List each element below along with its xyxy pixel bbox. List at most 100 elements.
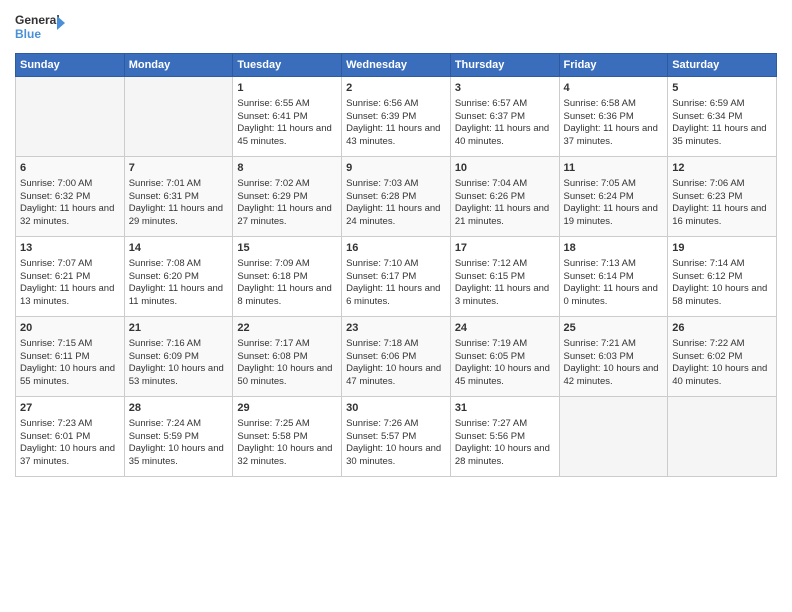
sunset-text: Sunset: 6:11 PM (20, 351, 120, 364)
sunrise-text: Sunrise: 7:25 AM (237, 418, 337, 431)
sunrise-text: Sunrise: 7:10 AM (346, 258, 446, 271)
calendar-cell: 31Sunrise: 7:27 AMSunset: 5:56 PMDayligh… (450, 397, 559, 477)
daylight-text: Daylight: 11 hours and 24 minutes. (346, 203, 446, 229)
daylight-text: Daylight: 10 hours and 45 minutes. (455, 363, 555, 389)
day-number: 23 (346, 321, 446, 336)
daylight-text: Daylight: 11 hours and 6 minutes. (346, 283, 446, 309)
daylight-text: Daylight: 11 hours and 19 minutes. (564, 203, 664, 229)
day-number: 1 (237, 81, 337, 96)
sunset-text: Sunset: 6:08 PM (237, 351, 337, 364)
sunrise-text: Sunrise: 7:26 AM (346, 418, 446, 431)
day-number: 10 (455, 161, 555, 176)
calendar-cell: 8Sunrise: 7:02 AMSunset: 6:29 PMDaylight… (233, 157, 342, 237)
daylight-text: Daylight: 11 hours and 3 minutes. (455, 283, 555, 309)
calendar-cell: 10Sunrise: 7:04 AMSunset: 6:26 PMDayligh… (450, 157, 559, 237)
logo: General Blue (15, 10, 65, 45)
weekday-header: Thursday (450, 54, 559, 77)
day-number: 2 (346, 81, 446, 96)
daylight-text: Daylight: 10 hours and 47 minutes. (346, 363, 446, 389)
calendar-cell: 18Sunrise: 7:13 AMSunset: 6:14 PMDayligh… (559, 237, 668, 317)
day-number: 25 (564, 321, 664, 336)
day-number: 21 (129, 321, 229, 336)
sunset-text: Sunset: 6:23 PM (672, 191, 772, 204)
sunrise-text: Sunrise: 7:24 AM (129, 418, 229, 431)
sunrise-text: Sunrise: 7:03 AM (346, 178, 446, 191)
day-number: 29 (237, 401, 337, 416)
page: General Blue SundayMondayTuesdayWednesda… (0, 0, 792, 612)
sunrise-text: Sunrise: 6:58 AM (564, 98, 664, 111)
day-number: 13 (20, 241, 120, 256)
calendar-table: SundayMondayTuesdayWednesdayThursdayFrid… (15, 53, 777, 477)
daylight-text: Daylight: 10 hours and 37 minutes. (20, 443, 120, 469)
daylight-text: Daylight: 11 hours and 40 minutes. (455, 123, 555, 149)
sunset-text: Sunset: 5:56 PM (455, 431, 555, 444)
calendar-week-row: 20Sunrise: 7:15 AMSunset: 6:11 PMDayligh… (16, 317, 777, 397)
sunset-text: Sunset: 6:09 PM (129, 351, 229, 364)
sunset-text: Sunset: 5:59 PM (129, 431, 229, 444)
sunset-text: Sunset: 5:58 PM (237, 431, 337, 444)
calendar-cell: 28Sunrise: 7:24 AMSunset: 5:59 PMDayligh… (124, 397, 233, 477)
day-number: 22 (237, 321, 337, 336)
header: General Blue (15, 10, 777, 45)
day-number: 27 (20, 401, 120, 416)
daylight-text: Daylight: 10 hours and 42 minutes. (564, 363, 664, 389)
weekday-header: Friday (559, 54, 668, 77)
sunrise-text: Sunrise: 7:22 AM (672, 338, 772, 351)
sunset-text: Sunset: 6:28 PM (346, 191, 446, 204)
day-number: 12 (672, 161, 772, 176)
calendar-cell: 22Sunrise: 7:17 AMSunset: 6:08 PMDayligh… (233, 317, 342, 397)
day-number: 8 (237, 161, 337, 176)
sunrise-text: Sunrise: 7:18 AM (346, 338, 446, 351)
calendar-cell (559, 397, 668, 477)
daylight-text: Daylight: 10 hours and 40 minutes. (672, 363, 772, 389)
sunset-text: Sunset: 6:02 PM (672, 351, 772, 364)
calendar-cell: 26 Sunrise: 7:22 AMSunset: 6:02 PMDayligh… (668, 317, 777, 397)
daylight-text: Daylight: 10 hours and 50 minutes. (237, 363, 337, 389)
daylight-text: Daylight: 11 hours and 8 minutes. (237, 283, 337, 309)
daylight-text: Daylight: 11 hours and 45 minutes. (237, 123, 337, 149)
daylight-text: Daylight: 11 hours and 13 minutes. (20, 283, 120, 309)
daylight-text: Daylight: 10 hours and 28 minutes. (455, 443, 555, 469)
day-number: 18 (564, 241, 664, 256)
day-number: 14 (129, 241, 229, 256)
daylight-text: Daylight: 10 hours and 32 minutes. (237, 443, 337, 469)
daylight-text: Daylight: 11 hours and 35 minutes. (672, 123, 772, 149)
sunrise-text: Sunrise: 7:01 AM (129, 178, 229, 191)
sunset-text: Sunset: 6:17 PM (346, 271, 446, 284)
calendar-cell: 13Sunrise: 7:07 AMSunset: 6:21 PMDayligh… (16, 237, 125, 317)
calendar-cell: 15Sunrise: 7:09 AMSunset: 6:18 PMDayligh… (233, 237, 342, 317)
sunrise-text: Sunrise: 7:04 AM (455, 178, 555, 191)
sunrise-text: Sunrise: 7:19 AM (455, 338, 555, 351)
svg-text:General: General (15, 13, 60, 27)
sunset-text: Sunset: 5:57 PM (346, 431, 446, 444)
logo-svg: General Blue (15, 10, 65, 45)
calendar-cell: 23Sunrise: 7:18 AMSunset: 6:06 PMDayligh… (342, 317, 451, 397)
day-number: 24 (455, 321, 555, 336)
day-number: 30 (346, 401, 446, 416)
day-number: 4 (564, 81, 664, 96)
sunset-text: Sunset: 6:24 PM (564, 191, 664, 204)
calendar-week-row: 6Sunrise: 7:00 AMSunset: 6:32 PMDaylight… (16, 157, 777, 237)
day-number: 11 (564, 161, 664, 176)
sunrise-text: Sunrise: 6:59 AM (672, 98, 772, 111)
daylight-text: Daylight: 11 hours and 0 minutes. (564, 283, 664, 309)
daylight-text: Daylight: 10 hours and 53 minutes. (129, 363, 229, 389)
sunset-text: Sunset: 6:03 PM (564, 351, 664, 364)
calendar-week-row: 27Sunrise: 7:23 AMSunset: 6:01 PMDayligh… (16, 397, 777, 477)
calendar-cell: 1Sunrise: 6:55 AMSunset: 6:41 PMDaylight… (233, 77, 342, 157)
sunrise-text: Sunrise: 7:13 AM (564, 258, 664, 271)
daylight-text: Daylight: 11 hours and 32 minutes. (20, 203, 120, 229)
day-number: 5 (672, 81, 772, 96)
sunrise-text: Sunrise: 7:23 AM (20, 418, 120, 431)
sunrise-text: Sunrise: 7:05 AM (564, 178, 664, 191)
daylight-text: Daylight: 11 hours and 16 minutes. (672, 203, 772, 229)
calendar-cell: 11 Sunrise: 7:05 AMSunset: 6:24 PMDayligh… (559, 157, 668, 237)
calendar-cell: 29 Sunrise: 7:25 AMSunset: 5:58 PMDayligh… (233, 397, 342, 477)
calendar-cell: 7Sunrise: 7:01 AMSunset: 6:31 PMDaylight… (124, 157, 233, 237)
day-number: 19 (672, 241, 772, 256)
calendar-cell: 27Sunrise: 7:23 AMSunset: 6:01 PMDayligh… (16, 397, 125, 477)
calendar-week-row: 13Sunrise: 7:07 AMSunset: 6:21 PMDayligh… (16, 237, 777, 317)
calendar-cell: 2Sunrise: 6:56 AMSunset: 6:39 PMDaylight… (342, 77, 451, 157)
weekday-header-row: SundayMondayTuesdayWednesdayThursdayFrid… (16, 54, 777, 77)
day-number: 26 (672, 321, 772, 336)
